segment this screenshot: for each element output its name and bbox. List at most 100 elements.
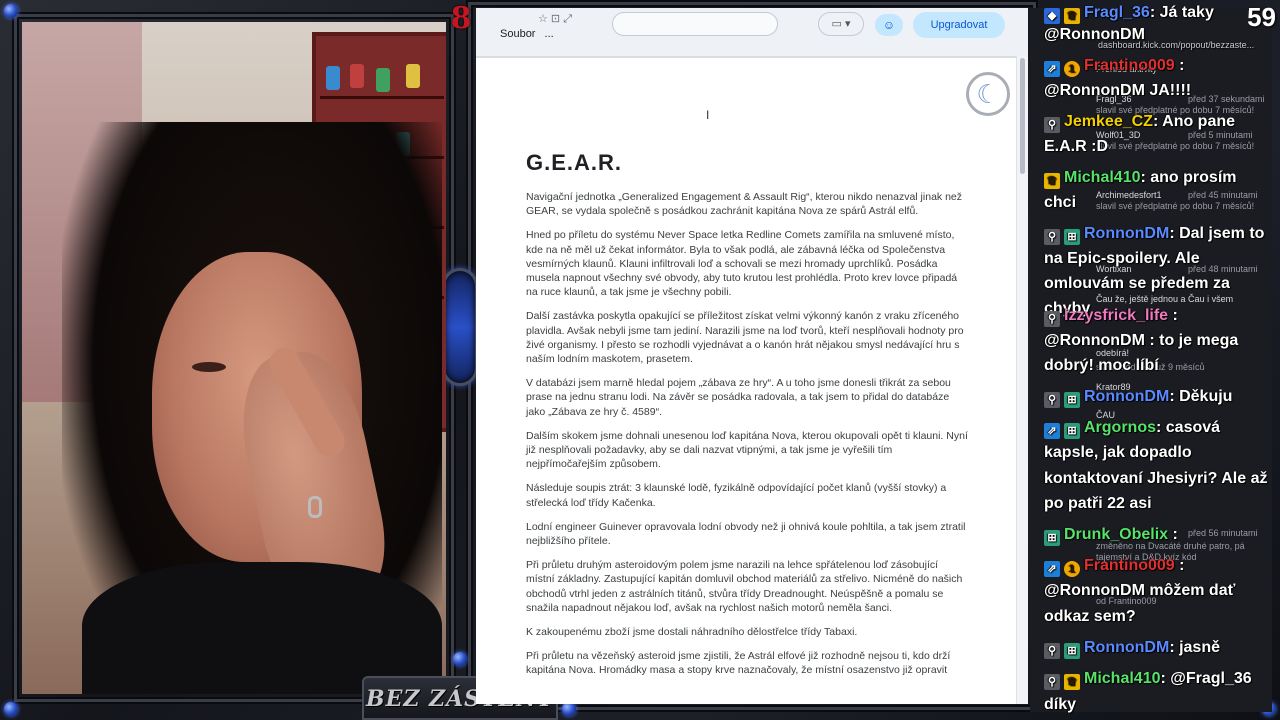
chat-message: @RonnonDM : to je mega — [1044, 328, 1280, 353]
document-body[interactable]: G.E.A.R. Navigační jednotka „Generalized… — [526, 150, 968, 688]
kick-badge-icon: ⇗ — [1044, 423, 1060, 439]
chat-username[interactable]: Michal410 — [1084, 670, 1160, 687]
document-paragraph: Hned po příletu do systému Never Space l… — [526, 229, 958, 299]
streamer-shirt — [82, 562, 442, 694]
chat-text: díky — [1044, 696, 1077, 713]
chat-text: : — [1168, 526, 1178, 543]
chat-username[interactable]: Argornos — [1084, 419, 1156, 436]
chat-username[interactable]: Fragl_36 — [1084, 4, 1150, 21]
orange-badge-icon: 1 — [1064, 61, 1080, 77]
document-paragraph: V databázi jsem marně hledal pojem „zába… — [526, 377, 951, 418]
chat-text: na Epic-spoilery. Ale — [1044, 250, 1200, 267]
chat-message: ⚲ ♛ Michal410: @Fragl_36 — [1044, 666, 1280, 691]
kick-badge-icon: ⇗ — [1044, 61, 1060, 77]
chat-username[interactable]: RonnonDM — [1084, 388, 1169, 405]
chat-text: : @Fragl_36 — [1160, 670, 1252, 687]
chat-message: ♛ Michal410: ano prosím — [1044, 165, 1280, 190]
chat-message: díky — [1044, 692, 1280, 717]
chat-message: ⇗ ⊞ Argornos: casová — [1044, 415, 1280, 440]
viewer-count: 59 — [1247, 2, 1276, 32]
document-paragraph: Při průletu na vězeňský asteroid jsme zj… — [526, 650, 951, 677]
meet-button[interactable]: ▭ ▾ — [818, 12, 864, 36]
document-paragraph: K zakoupenému zboží jsme dostali náhradn… — [526, 626, 858, 639]
docs-toolbar: ☆ ⊡ ⤢ Soubor ... ▭ ▾ ☺ Upgradovat — [476, 8, 1028, 56]
chat-message: @RonnonDM môžem dať — [1044, 578, 1280, 603]
grey-badge-icon: ⚲ — [1044, 311, 1060, 327]
chat-text: E.A.R :D — [1044, 138, 1108, 155]
menu-search-input[interactable] — [612, 12, 778, 36]
crown-badge-icon: ♛ — [1044, 173, 1060, 189]
gift-badge-icon: ⊞ — [1064, 392, 1080, 408]
chat-text: @RonnonDM môžem dať — [1044, 582, 1236, 599]
toolbar-divider — [476, 56, 1016, 58]
chat-username[interactable]: Drunk_Obelix — [1064, 526, 1168, 543]
document-paragraph: Lodní engineer Guinever opravovala lodní… — [526, 520, 966, 548]
chat-text: : — [1168, 307, 1178, 324]
chat-message: ⚲ ⊞ RonnonDM: jasně — [1044, 635, 1280, 660]
chat-text: : — [1174, 557, 1185, 574]
chat-text: : Ano pane — [1152, 113, 1236, 130]
grey-badge-icon: ⚲ — [1044, 229, 1060, 245]
chat-text: dobrý! moc líbí — [1044, 357, 1159, 374]
document-title: G.E.A.R. — [526, 150, 623, 175]
chat-text: : — [1174, 57, 1185, 74]
chat-message: chci — [1044, 190, 1280, 215]
star-icon[interactable]: ☆ ⊡ ⤢ — [538, 12, 572, 26]
chat-username[interactable]: Frantino009 — [1084, 57, 1175, 74]
ring — [308, 496, 322, 518]
grey-badge-icon: ⚲ — [1044, 643, 1060, 659]
corner-gem-icon — [453, 652, 467, 666]
scroll-thumb[interactable] — [1020, 58, 1025, 174]
chat-username[interactable]: Jemkee_CZ — [1064, 113, 1153, 130]
chat-text: kontaktovaní Jhesiyri? Ale až — [1044, 470, 1268, 487]
gift-badge-icon: ⊞ — [1064, 643, 1080, 659]
document-paragraph: Následuje soupis ztrát: 3 klaunské lodě,… — [526, 482, 947, 509]
red-logo-icon: 8 — [450, 1, 472, 36]
chat-message: ⊞ Drunk_Obelix : — [1044, 522, 1280, 547]
chat-text: odkaz sem? — [1044, 608, 1136, 625]
chat-message: ⚲ ⊞ RonnonDM: Děkuju — [1044, 384, 1280, 409]
chat-username[interactable]: Michal410 — [1064, 169, 1140, 186]
chat-text: chci — [1044, 194, 1077, 211]
grey-badge-icon: ⚲ — [1044, 392, 1060, 408]
chat-message: kontaktovaní Jhesiyri? Ale až — [1044, 466, 1280, 491]
upgrade-button[interactable]: Upgradovat — [913, 12, 1005, 38]
chat-username[interactable]: izzysfrick_life — [1064, 307, 1168, 324]
account-icon[interactable]: ☺ — [875, 14, 903, 36]
chat-text: : Děkuju — [1169, 388, 1233, 405]
chat-message: ⚲ izzysfrick_life : — [1044, 303, 1280, 328]
menu-file[interactable]: Soubor — [500, 28, 535, 40]
gift-badge-icon: ⊞ — [1064, 229, 1080, 245]
chat-text: : casová — [1156, 419, 1221, 436]
chat-message: dobrý! moc líbí — [1044, 353, 1280, 378]
grey-badge-icon: ⚲ — [1044, 117, 1060, 133]
chat-username[interactable]: RonnonDM — [1084, 639, 1169, 656]
kick-badge-icon: ⇗ — [1044, 561, 1060, 577]
menu-more[interactable]: ... — [545, 28, 554, 40]
chat-message: ⇗ 1 Frantino009 : — [1044, 53, 1280, 78]
chat-text: : ano prosím — [1140, 169, 1237, 186]
document-paragraph: Další zastávka poskytla opakující se pří… — [526, 310, 964, 366]
center-gem-ornament — [442, 268, 478, 386]
chat-username[interactable]: RonnonDM — [1084, 225, 1169, 242]
chat-text: po patři 22 asi — [1044, 495, 1152, 512]
chat-message: @RonnonDM JA!!!! — [1044, 78, 1280, 103]
chat-text: @RonnonDM JA!!!! — [1044, 82, 1192, 99]
chat-message: odkaz sem? — [1044, 604, 1280, 629]
gift-badge-icon: ⊞ — [1064, 423, 1080, 439]
chat-message: po patři 22 asi — [1044, 491, 1280, 516]
chat-text: kapsle, jak dopadlo — [1044, 444, 1192, 461]
document-paragraph: Navigační jednotka „Generalized Engageme… — [526, 191, 963, 218]
moon-icon[interactable]: ☾ — [966, 72, 1010, 116]
corner-gem-icon — [562, 702, 576, 716]
document-scrollbar[interactable] — [1016, 56, 1028, 704]
grey-badge-icon: ⚲ — [1044, 674, 1060, 690]
chat-text: @RonnonDM — [1044, 26, 1145, 43]
gift-badge-icon: ⊞ — [1044, 530, 1060, 546]
chat-message: ⚲ ⊞ RonnonDM: Dal jsem to — [1044, 221, 1280, 246]
chat-message: ⚲ Jemkee_CZ: Ano pane — [1044, 109, 1280, 134]
document-paragraph: Při průletu druhým asteroidovým polem js… — [526, 559, 963, 614]
text-cursor-icon: I — [706, 108, 710, 122]
chat-text: @RonnonDM : to je mega — [1044, 332, 1239, 349]
chat-username[interactable]: Frantino009 — [1084, 557, 1175, 574]
